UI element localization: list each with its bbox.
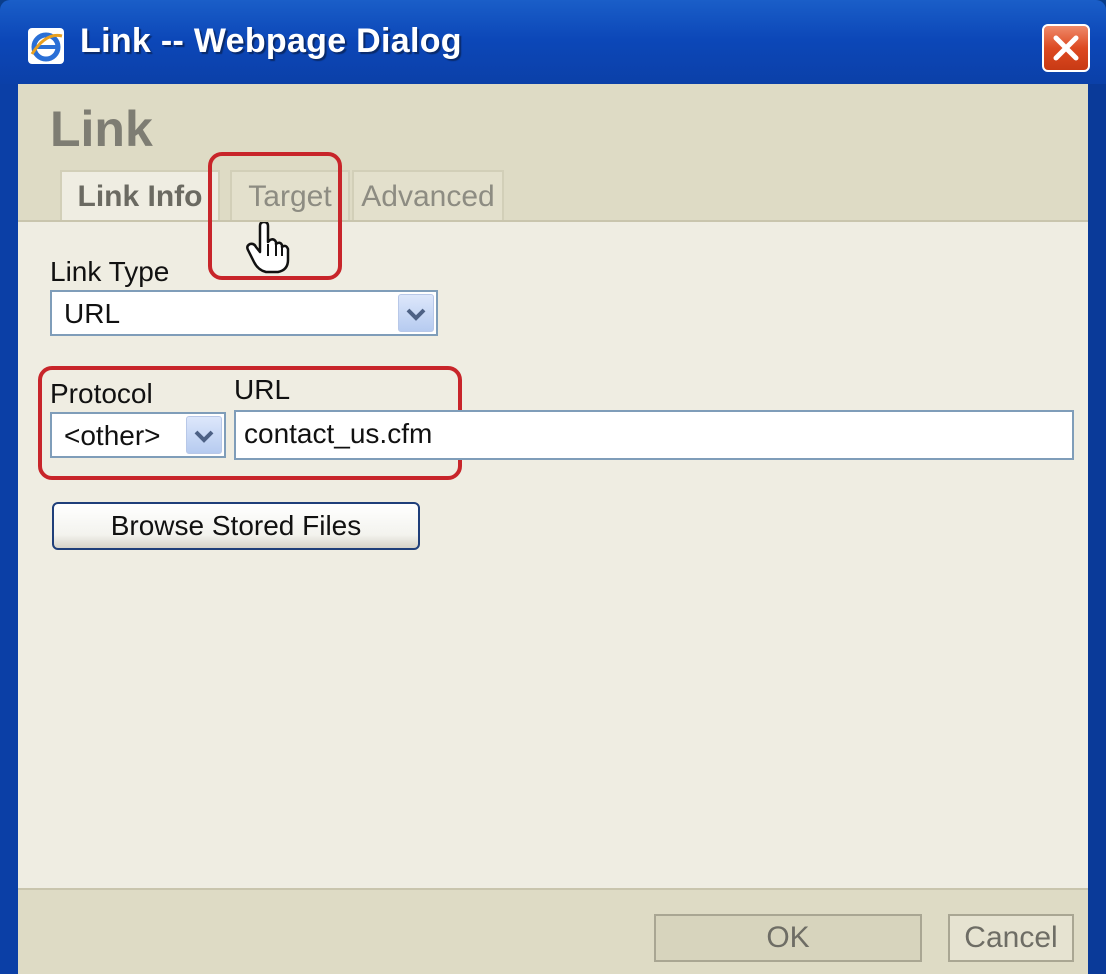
cancel-button[interactable]: Cancel [948,914,1074,962]
protocol-dropdown-button[interactable] [186,416,222,454]
hand-cursor-icon [246,222,290,274]
close-icon [1053,35,1079,61]
ok-button[interactable]: OK [654,914,922,962]
dialog-body: Link Link Info Target Advanced Link Type… [18,84,1088,974]
browse-stored-files-button[interactable]: Browse Stored Files [52,502,420,550]
url-label: URL [234,374,291,405]
tab-divider [18,220,1088,222]
dialog-header: Link Link Info Target Advanced [18,84,1088,222]
chevron-down-icon [406,308,426,321]
url-input[interactable]: contact_us.cfm [234,410,1074,460]
protocol-select[interactable]: <other> [50,412,226,458]
chevron-down-icon [194,430,214,443]
tab-link-info[interactable]: Link Info [60,170,220,222]
window-title: Link -- Webpage Dialog [80,22,462,60]
ie-icon [28,28,64,64]
tab-advanced[interactable]: Advanced [352,170,504,222]
link-type-label: Link Type [50,256,170,287]
dialog-window: Link -- Webpage Dialog Link Link Info Ta… [0,0,1106,974]
link-type-dropdown-button[interactable] [398,294,434,332]
title-bar[interactable]: Link -- Webpage Dialog [0,0,1106,84]
link-type-select[interactable]: URL [50,290,438,336]
protocol-value: <other> [64,420,161,451]
link-type-value: URL [64,298,121,329]
window-frame-right [1088,84,1106,974]
close-button[interactable] [1042,24,1090,72]
dialog-footer: OK Cancel [18,888,1088,974]
page-title: Link [50,101,153,157]
window-frame-left [0,84,18,974]
protocol-label: Protocol [50,378,153,409]
